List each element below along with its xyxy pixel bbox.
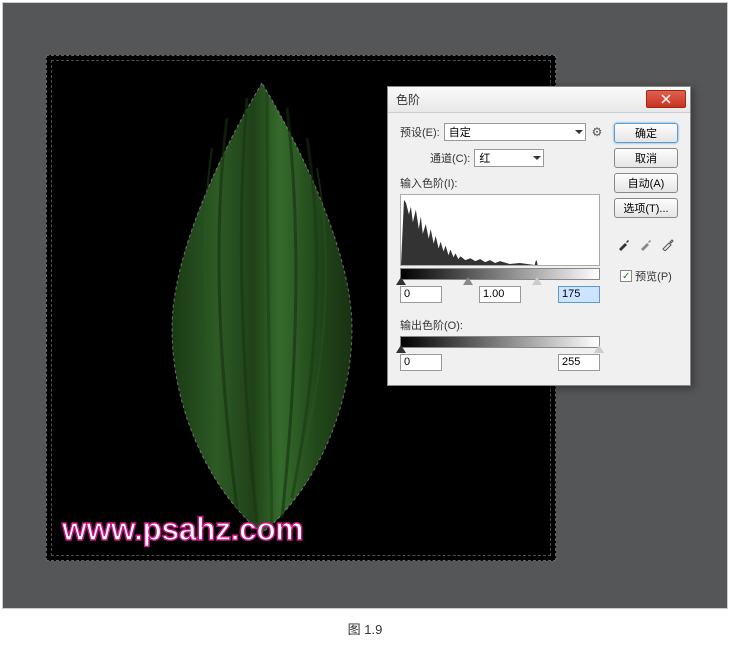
chevron-down-icon — [533, 156, 541, 160]
watermark: www.psahz.com — [62, 511, 303, 548]
eyedropper-white-icon[interactable] — [659, 235, 677, 253]
preset-select[interactable]: 自定 — [444, 123, 586, 141]
preset-value: 自定 — [449, 124, 471, 140]
channel-value: 红 — [479, 150, 490, 166]
preview-checkbox[interactable]: ✓ — [620, 270, 632, 282]
histogram — [400, 194, 600, 266]
channel-label: 通道(C): — [430, 150, 470, 166]
leaf-artwork — [157, 78, 367, 538]
input-white-field[interactable]: 175 — [558, 286, 600, 303]
gear-icon[interactable]: ⚙ — [590, 125, 604, 139]
options-button[interactable]: 选项(T)... — [614, 198, 678, 218]
input-black-field[interactable]: 0 — [400, 286, 442, 303]
figure-caption: 图 1.9 — [0, 619, 730, 638]
levels-dialog: 色阶 预设(E): 自定 ⚙ 通道(C): 红 — [387, 86, 691, 386]
output-slider-track[interactable] — [400, 336, 600, 348]
eyedropper-gray-icon[interactable] — [637, 235, 655, 253]
output-black-handle[interactable] — [396, 345, 406, 353]
input-white-handle[interactable] — [532, 277, 542, 285]
ok-button[interactable]: 确定 — [614, 123, 678, 143]
output-levels-label: 输出色阶(O): — [400, 317, 604, 333]
workspace: www.psahz.com 色阶 预设(E): 自定 ⚙ 通道(C): — [2, 2, 728, 609]
close-button[interactable] — [646, 90, 686, 108]
input-slider-track[interactable] — [400, 268, 600, 280]
input-gamma-handle[interactable] — [463, 277, 473, 285]
dialog-titlebar[interactable]: 色阶 — [388, 87, 690, 113]
auto-button[interactable]: 自动(A) — [614, 173, 678, 193]
output-black-field[interactable]: 0 — [400, 354, 442, 371]
input-gamma-field[interactable]: 1.00 — [479, 286, 521, 303]
output-white-handle[interactable] — [594, 345, 604, 353]
dialog-left-panel: 预设(E): 自定 ⚙ 通道(C): 红 输入色阶(I): — [400, 123, 604, 371]
output-white-field[interactable]: 255 — [558, 354, 600, 371]
channel-select[interactable]: 红 — [474, 149, 544, 167]
chevron-down-icon — [575, 130, 583, 134]
preset-label: 预设(E): — [400, 124, 440, 140]
input-levels-label: 输入色阶(I): — [400, 175, 604, 191]
input-black-handle[interactable] — [396, 277, 406, 285]
cancel-button[interactable]: 取消 — [614, 148, 678, 168]
dialog-title: 色阶 — [396, 91, 420, 108]
preview-checkbox-row[interactable]: ✓ 预览(P) — [620, 268, 672, 284]
preview-label: 预览(P) — [635, 268, 672, 284]
eyedropper-black-icon[interactable] — [615, 235, 633, 253]
dialog-right-panel: 确定 取消 自动(A) 选项(T)... ✓ 预 — [612, 123, 680, 371]
eyedropper-group — [615, 235, 677, 253]
